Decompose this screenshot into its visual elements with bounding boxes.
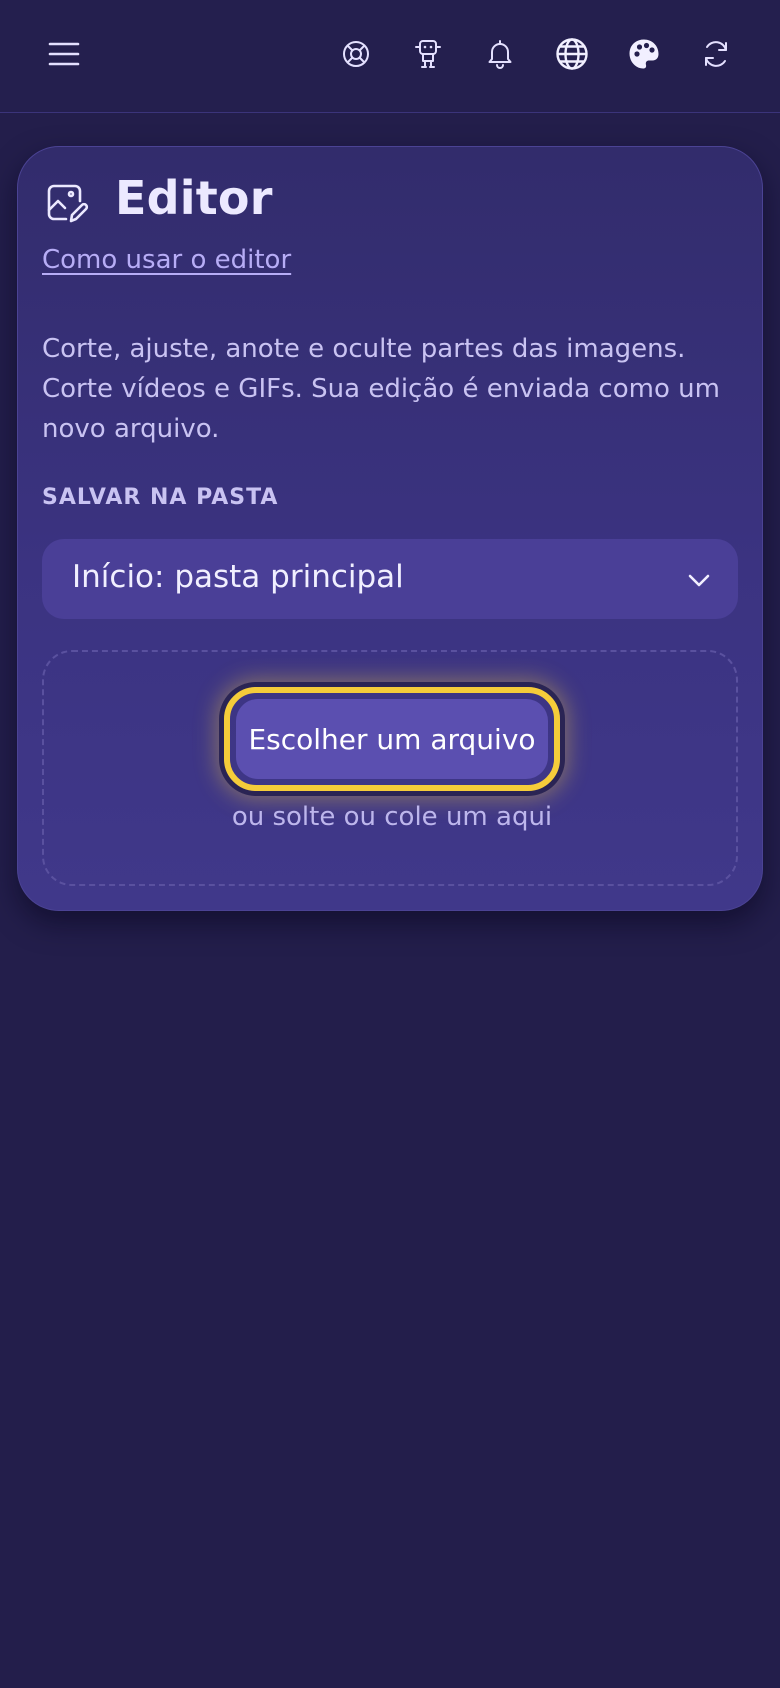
- globe-icon[interactable]: [554, 36, 590, 72]
- save-folder-select[interactable]: Início: pasta principal: [42, 539, 738, 619]
- drop-hint-text: ou solte ou cole um aqui: [231, 802, 553, 832]
- hamburger-menu-icon[interactable]: [44, 34, 84, 74]
- refresh-icon[interactable]: [698, 36, 734, 72]
- robot-icon[interactable]: [410, 36, 446, 72]
- chevron-down-icon: [686, 567, 712, 593]
- file-dropzone[interactable]: Escolher um arquivo ou solte ou cole um …: [42, 650, 738, 886]
- editor-card: Editor Como usar o editor Corte, ajuste,…: [17, 146, 763, 911]
- image-edit-icon: [44, 181, 90, 227]
- palette-icon[interactable]: [626, 36, 662, 72]
- save-folder-value: Início: pasta principal: [72, 559, 404, 595]
- save-folder-label: SALVAR NA PASTA: [42, 485, 279, 510]
- choose-file-button[interactable]: Escolher um arquivo: [236, 699, 548, 779]
- page-title: Editor: [115, 171, 273, 225]
- how-to-use-link[interactable]: Como usar o editor: [42, 245, 291, 275]
- editor-description: Corte, ajuste, anote e oculte partes das…: [42, 334, 720, 444]
- bell-icon[interactable]: [482, 36, 518, 72]
- help-lifebuoy-icon[interactable]: [338, 36, 374, 72]
- top-bar: [0, 0, 780, 113]
- choose-file-focus-ring: Escolher um arquivo: [224, 687, 560, 791]
